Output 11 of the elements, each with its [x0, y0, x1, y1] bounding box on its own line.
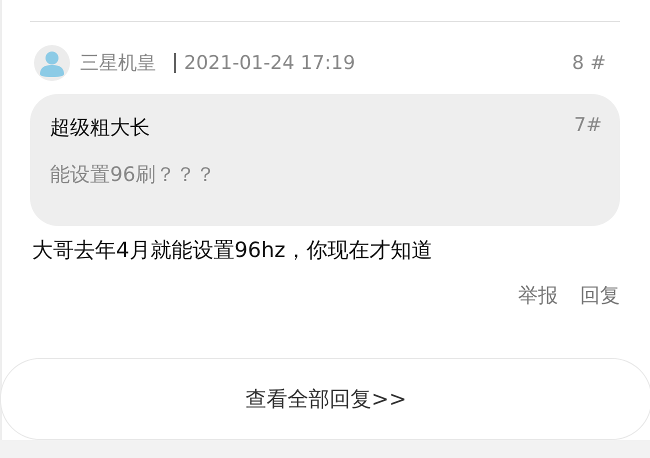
action-link[interactable]: 举报 [518, 282, 558, 309]
floor-number: 8 # [572, 52, 607, 74]
reply-text: 大哥去年4月就能设置96hz，你现在才知道 [31, 237, 434, 264]
post-time: 2021-01-24 17:19 [184, 52, 356, 74]
quoted-author: 超级粗大长 [50, 114, 150, 141]
avatar-icon [34, 45, 70, 81]
author-name: 三星机皇 [80, 51, 156, 76]
quoted-floor-number: 7# [574, 114, 602, 138]
quoted-text: 能设置96刷？？？ [50, 161, 216, 188]
view-all-replies-button[interactable]: 查看全部回复>> [0, 358, 650, 440]
action-link[interactable]: 回复 [580, 282, 620, 309]
